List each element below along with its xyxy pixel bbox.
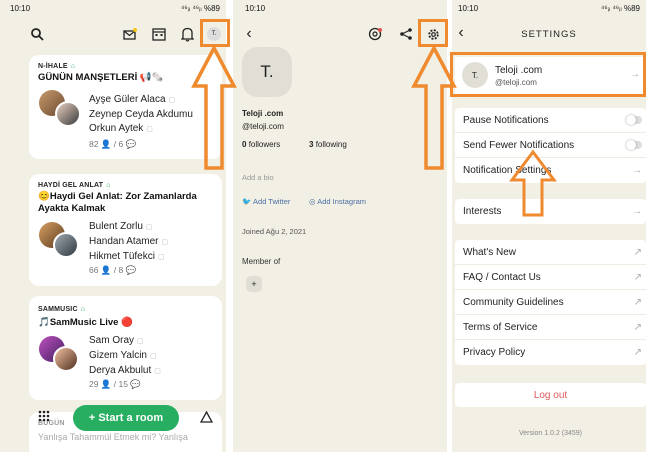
followers-count: 0 xyxy=(242,140,247,149)
search-icon[interactable] xyxy=(30,27,44,41)
status-time: 10:10 xyxy=(10,4,31,13)
following-label: following xyxy=(315,140,347,149)
hand-wave-icon[interactable] xyxy=(198,409,214,425)
speaker-names: Ayşe Güler Alaca ▢ Zeynep Ceyda Akdumu Or… xyxy=(89,93,193,137)
pause-notifications-toggle[interactable] xyxy=(626,115,642,125)
highlight-box-avatar xyxy=(200,19,230,47)
room-counts: 29 👤 / 15 💬 xyxy=(89,379,141,389)
status-indicators: ⁴⁶ᵢₗ ⁴⁶ᵢₗ %89 xyxy=(600,4,640,13)
status-time: 10:10 xyxy=(245,4,266,13)
status-bar: 10:10 xyxy=(233,0,447,16)
speaker-avatar xyxy=(55,101,81,127)
status-time: 10:10 xyxy=(458,4,479,13)
annotation-arrow-avatar xyxy=(191,44,237,170)
calendar-icon[interactable] xyxy=(151,26,167,42)
settings-title: SETTINGS xyxy=(521,29,577,40)
status-bar: 10:10 ⁴⁶ᵢₗ ⁴⁶ᵢₗ %89 xyxy=(452,0,646,16)
faq-contact-row[interactable]: FAQ / Contact Us ↗ xyxy=(455,265,646,290)
external-link-icon: ↗ xyxy=(633,246,642,258)
invite-envelope-icon[interactable] xyxy=(122,26,138,42)
speaker-name: Orkun Aytek ▢ xyxy=(89,123,153,134)
room-card-2[interactable]: HAYDİ GEL ANLAT ⌂ 😊Haydi Gel Anlat: Zor Z… xyxy=(29,174,222,286)
club-name: SAMMUSIC ⌂ xyxy=(38,306,86,313)
profile-avatar[interactable]: T. xyxy=(242,47,292,97)
profile-avatar-initial: T. xyxy=(260,62,274,81)
annotation-arrow-profile-row xyxy=(509,149,557,217)
speaker-name: Zeynep Ceyda Akdumu xyxy=(89,109,193,120)
info-group: What's New ↗ FAQ / Contact Us ↗ Community … xyxy=(455,240,646,365)
joined-date: Joined Ağu 2, 2021 xyxy=(242,227,307,236)
profile-username: @teloji.com xyxy=(242,122,284,131)
start-room-button[interactable]: + Start a room xyxy=(73,405,179,431)
external-link-icon: ↗ xyxy=(633,321,642,333)
grid-icon[interactable] xyxy=(37,409,51,423)
speaker-name: Sam Oray ▢ xyxy=(89,335,144,346)
room-counts: 82 👤 / 6 💬 xyxy=(89,139,137,149)
speaker-name: Bulent Zorlu ▢ xyxy=(89,221,153,232)
pause-notifications-row[interactable]: Pause Notifications xyxy=(455,108,646,133)
speaker-name: Derya Akbulut ▢ xyxy=(89,365,161,376)
logout-button[interactable]: Log out xyxy=(455,383,646,407)
back-arrow-icon[interactable]: ‹ xyxy=(242,25,256,42)
share-icon[interactable] xyxy=(398,26,414,42)
followers-link[interactable]: 0 followers xyxy=(242,140,280,149)
instagram-icon: ◎ xyxy=(309,197,316,206)
speaker-names: Sam Oray ▢ Gizem Yalcin ▢ Derya Akbulut ▢ xyxy=(89,334,161,379)
bell-icon[interactable] xyxy=(179,26,195,42)
speaker-name: Hikmet Tüfekci ▢ xyxy=(89,251,165,262)
speaker-avatar xyxy=(53,346,79,372)
mention-icon[interactable] xyxy=(367,26,383,42)
send-fewer-notifications-toggle[interactable] xyxy=(626,140,642,150)
highlight-box-profile-row xyxy=(450,52,646,97)
room-card-3[interactable]: SAMMUSIC ⌂ 🎵SamMusic Live 🔴 Sam Oray ▢ Giz… xyxy=(29,296,222,400)
room-counts: 66 👤 / 8 💬 xyxy=(89,265,137,275)
followers-label: followers xyxy=(248,140,281,149)
version-text: Version 1.0.2 (3459) xyxy=(518,430,583,437)
add-twitter-link[interactable]: 🐦 Add Twitter xyxy=(242,197,290,206)
external-link-icon: ↗ xyxy=(633,271,642,283)
external-link-icon: ↗ xyxy=(633,296,642,308)
speaker-name: Handan Atamer ▢ xyxy=(89,236,169,247)
privacy-policy-row[interactable]: Privacy Policy ↗ xyxy=(455,340,646,365)
add-instagram-link[interactable]: ◎ Add Instagram xyxy=(309,197,366,206)
club-name: HAYDİ GEL ANLAT ⌂ xyxy=(38,182,111,189)
speaker-name: Gizem Yalcin ▢ xyxy=(89,350,157,361)
room-title: Yanlışa Tahammül Etmek mi? Yanlışa xyxy=(38,432,188,442)
terms-of-service-row[interactable]: Terms of Service ↗ xyxy=(455,315,646,340)
profile-display-name: Teloji .com xyxy=(242,109,284,118)
speaker-name: Ayşe Güler Alaca ▢ xyxy=(89,94,176,105)
member-of-heading: Member of xyxy=(242,257,281,266)
room-title: 🎵SamMusic Live 🔴 xyxy=(38,317,133,328)
add-club-button[interactable]: + xyxy=(246,276,262,292)
speaker-avatar xyxy=(53,232,79,258)
speaker-names: Bulent Zorlu ▢ Handan Atamer ▢ Hikmet Tüfe… xyxy=(89,220,168,265)
room-title: 😊Haydi Gel Anlat: Zor Zamanlarda Ayakta … xyxy=(38,191,197,214)
status-bar: 10:10 ⁴⁶ᵢₗ ⁴⁶ᵢₗ %89 xyxy=(0,0,226,16)
start-room-label: + Start a room xyxy=(88,412,164,424)
highlight-box-gear xyxy=(418,19,448,47)
twitter-icon: 🐦 xyxy=(242,197,252,206)
status-indicators: ⁴⁶ᵢₗ ⁴⁶ᵢₗ %89 xyxy=(180,4,220,13)
community-guidelines-row[interactable]: Community Guidelines ↗ xyxy=(455,290,646,315)
chevron-right-icon: → xyxy=(632,165,642,176)
external-link-icon: ↗ xyxy=(633,347,642,358)
whats-new-row[interactable]: What's New ↗ xyxy=(455,240,646,265)
chevron-right-icon: → xyxy=(632,206,642,217)
following-link[interactable]: 3 following xyxy=(309,140,347,149)
add-bio-link[interactable]: Add a bio xyxy=(242,173,274,182)
club-name: N-İHALE ⌂ xyxy=(38,63,76,70)
following-count: 3 xyxy=(309,140,314,149)
